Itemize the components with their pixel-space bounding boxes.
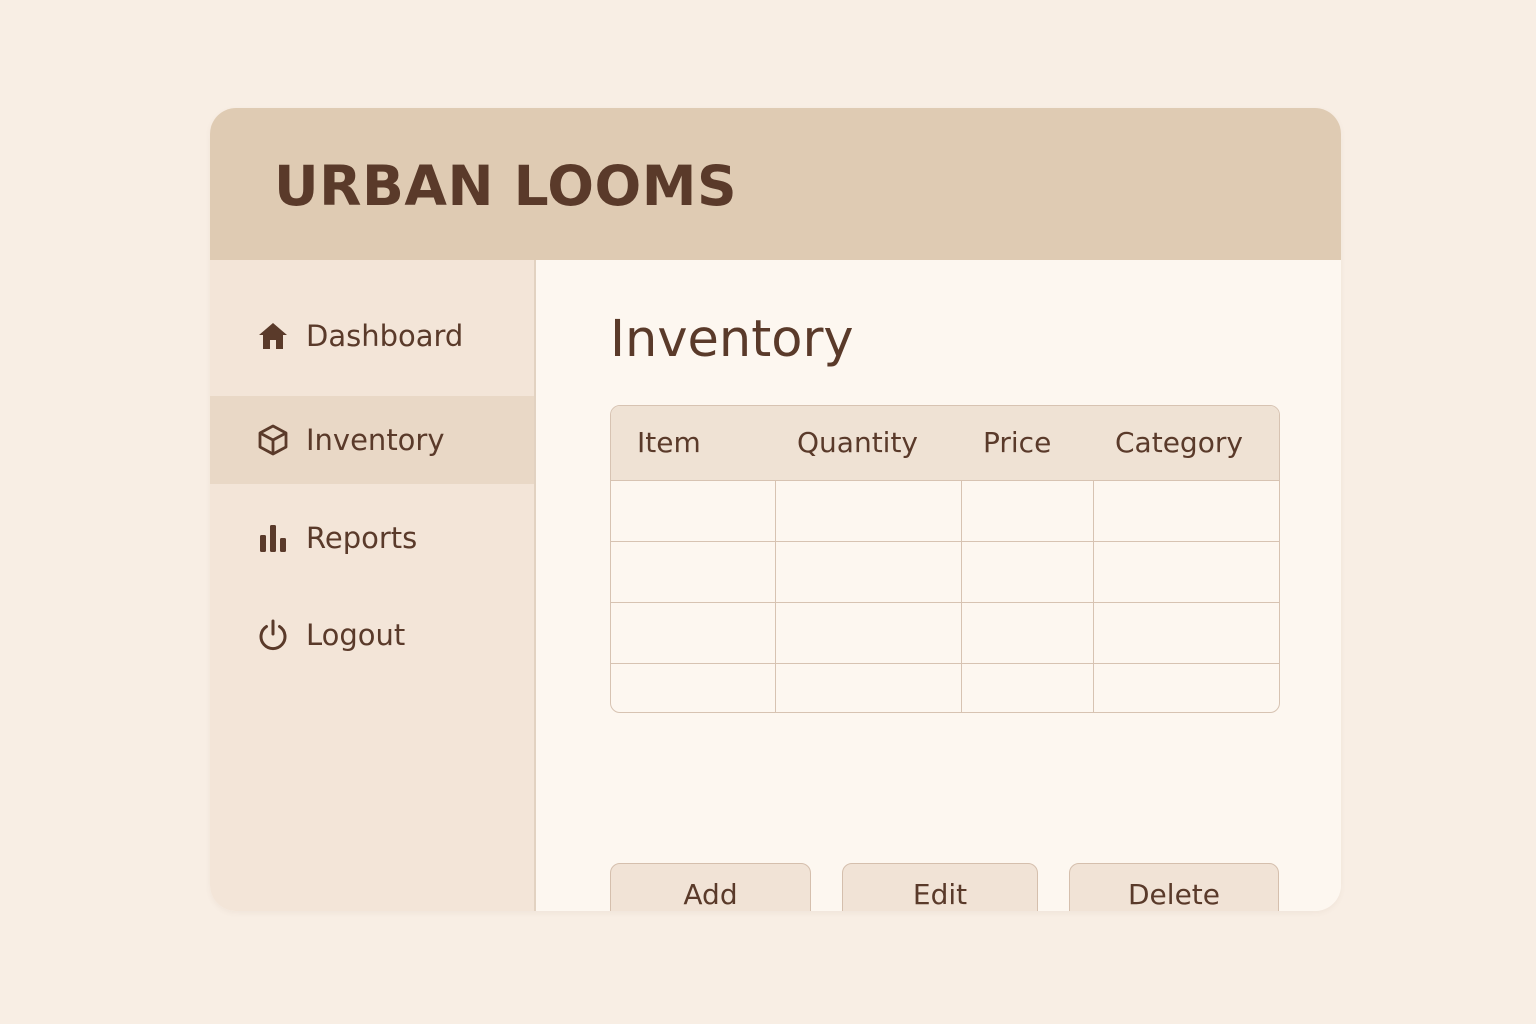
table-cell[interactable] [961,663,1094,712]
sidebar-item-label: Reports [306,521,418,555]
sidebar-item-label: Logout [306,618,406,652]
table-cell[interactable] [1093,602,1279,664]
table-cell[interactable] [1093,541,1279,603]
table-cell[interactable] [775,541,962,603]
brand-title: URBAN LOOMS [274,154,738,218]
box-icon [256,423,290,457]
home-icon [256,319,290,353]
table-cell[interactable] [961,480,1094,542]
table-cell[interactable] [775,602,962,664]
table-header-row: Item Quantity Price Category [611,406,1279,481]
column-header-item[interactable]: Item [611,406,775,481]
table-row[interactable] [611,480,1279,542]
inventory-table: Item Quantity Price Category [610,405,1280,713]
sidebar-item-label: Dashboard [306,319,464,353]
table-row[interactable] [611,602,1279,664]
table-cell[interactable] [1093,663,1279,712]
table-cell[interactable] [1093,480,1279,542]
page-title: Inventory [610,310,854,369]
table-row[interactable] [611,541,1279,603]
add-button[interactable]: Add [610,863,811,911]
sidebar-item-label: Inventory [306,423,445,457]
bar-chart-icon [256,521,290,555]
table-cell[interactable] [961,541,1094,603]
column-header-category[interactable]: Category [1093,406,1279,481]
column-header-quantity[interactable]: Quantity [775,406,961,481]
app-header: URBAN LOOMS [210,108,1341,260]
table-cell[interactable] [611,541,776,603]
sidebar-item-dashboard[interactable]: Dashboard [210,292,534,380]
sidebar-item-logout[interactable]: Logout [210,591,534,679]
column-header-price[interactable]: Price [961,406,1093,481]
sidebar-item-reports[interactable]: Reports [210,494,534,582]
sidebar: Dashboard Inventory Reports Logout [210,260,536,911]
app-window: URBAN LOOMS Dashboard Inventory Reports … [210,108,1341,911]
power-icon [256,618,290,652]
main-content: Inventory Item Quantity Price Category A… [536,260,1341,911]
table-cell[interactable] [611,663,776,712]
table-row[interactable] [611,663,1279,712]
edit-button[interactable]: Edit [842,863,1038,911]
table-cell[interactable] [775,480,962,542]
table-cell[interactable] [961,602,1094,664]
sidebar-item-inventory[interactable]: Inventory [210,396,534,484]
table-cell[interactable] [775,663,962,712]
table-cell[interactable] [611,602,776,664]
table-cell[interactable] [611,480,776,542]
delete-button[interactable]: Delete [1069,863,1279,911]
